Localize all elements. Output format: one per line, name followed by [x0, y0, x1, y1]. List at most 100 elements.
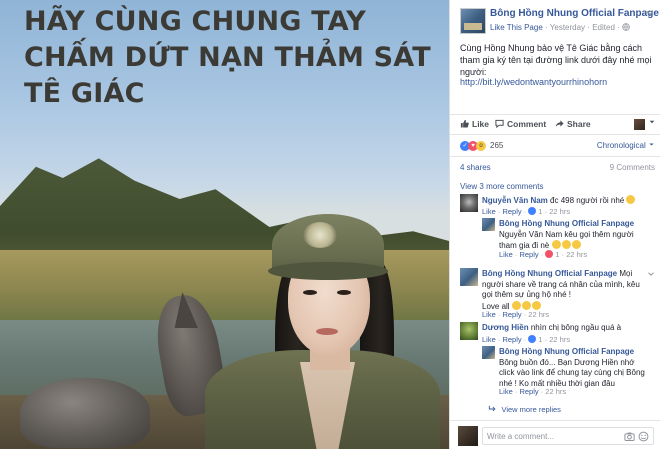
cap-brim [268, 262, 388, 280]
actor-avatar[interactable] [634, 119, 645, 130]
eye-left [303, 290, 317, 295]
post-time[interactable]: Yesterday [550, 23, 585, 32]
page-avatar[interactable] [460, 268, 478, 286]
reply-text: Bông Hồng Nhung Official Fanpage Bông bu… [499, 347, 649, 389]
reply-item: Bông Hồng Nhung Official Fanpage Bông bu… [482, 346, 654, 398]
reaction-count[interactable]: 265 [490, 141, 503, 150]
lips [316, 328, 338, 335]
comment-reply-link[interactable]: Reply [502, 335, 521, 344]
reply-like-link[interactable]: Like [499, 387, 513, 396]
meta-separator: · [587, 23, 590, 32]
page-name-link[interactable]: Bông Hồng Nhung Official Fanpage [490, 8, 659, 19]
heart-reaction-icon [545, 250, 554, 258]
comment-meta: Like · Reply · 22 hrs [482, 310, 550, 319]
comment-time[interactable]: 22 hrs [549, 207, 570, 216]
commenter-avatar[interactable] [460, 194, 478, 212]
share-arrow-icon [555, 120, 564, 128]
headline-line-2: CHẤM DỨT NẠN THẢM SÁT [24, 42, 431, 73]
comment-item: Bông Hồng Nhung Official Fanpage Mọi ngư… [460, 268, 655, 320]
post-photo[interactable]: HÃY CÙNG CHUNG TAY CHẤM DỨT NẠN THẢM SÁT… [0, 0, 449, 449]
like-reaction-icon [528, 335, 537, 343]
share-button[interactable]: Share [555, 119, 591, 129]
petition-link[interactable]: http://bit.ly/wedontwantyourrhinohorn [460, 77, 607, 87]
wow-reaction-icon[interactable]: o [476, 141, 486, 151]
comment-like-link[interactable]: Like [482, 335, 496, 344]
reply-like-link[interactable]: Like [499, 250, 513, 259]
reply-reply-link[interactable]: Reply [519, 387, 538, 396]
comment-time[interactable]: 22 hrs [528, 310, 549, 319]
commenter-name[interactable]: Dương Hiền [482, 323, 529, 332]
reactions-bar: ✓ ♥ o 265 Chronological [450, 134, 660, 156]
comment-time[interactable]: 22 hrs [549, 335, 570, 344]
post-header: Bông Hồng Nhung Official Fanpage Like Th… [460, 8, 659, 36]
smile-emoji-icon [571, 240, 581, 249]
post-sidebar: Bông Hồng Nhung Official Fanpage Like Th… [449, 0, 660, 449]
comment-placeholder: Write a comment... [487, 432, 554, 441]
comment-meta: Like · Reply · 1 · 22 hrs [482, 207, 571, 216]
stats-bar: 4 shares 9 Comments [450, 156, 660, 176]
like-reaction-icon [528, 207, 537, 215]
comment-button[interactable]: Comment [495, 119, 546, 129]
rhino-body [20, 378, 150, 448]
edited-label[interactable]: Edited [592, 23, 615, 32]
post-text: Cùng Hồng Nhung bảo vệ Tê Giác bằng cách… [460, 43, 652, 77]
like-this-page-link[interactable]: Like This Page [490, 23, 543, 32]
reply-item: Bông Hồng Nhung Official Fanpage Nguyễn V… [482, 218, 654, 262]
smile-emoji-icon [521, 300, 531, 310]
page-avatar[interactable] [460, 8, 486, 34]
comment-reaction-count[interactable]: 1 [538, 335, 542, 344]
page-avatar[interactable] [482, 346, 495, 359]
commenter-name[interactable]: Bông Hồng Nhung Official Fanpage [499, 219, 634, 228]
chevron-down-icon[interactable] [645, 8, 655, 18]
speech-bubble-icon [495, 119, 504, 128]
reply-time[interactable]: 22 hrs [566, 250, 587, 259]
comment-order-select[interactable]: Chronological [597, 141, 655, 150]
smile-emoji-icon [626, 195, 636, 204]
reply-body: Bông buồn đó... Bạn Dương Hiền nhớ click… [499, 357, 645, 388]
post-meta: Like This Page · Yesterday · Edited · [490, 23, 630, 32]
more-replies-label: View more replies [501, 405, 561, 414]
globe-icon [622, 23, 630, 31]
smile-emoji-icon [561, 240, 571, 249]
commenter-name[interactable]: Bông Hồng Nhung Official Fanpage [499, 347, 634, 356]
reply-arrow-icon [488, 405, 496, 412]
headline-line-1: HÃY CÙNG CHUNG TAY [24, 6, 367, 37]
view-more-replies-link[interactable]: View more replies [488, 399, 648, 414]
emoji-icon[interactable] [638, 431, 649, 442]
reply-reaction-count[interactable]: 1 [555, 250, 559, 259]
cap-badge [303, 222, 337, 248]
camera-icon[interactable] [624, 431, 635, 442]
comment-reaction-count[interactable]: 1 [538, 207, 542, 216]
comment-input[interactable]: Write a comment... [482, 427, 654, 445]
reply-meta: Like · Reply · 1 · 22 hrs [499, 250, 588, 259]
reply-time[interactable]: 22 hrs [545, 387, 566, 396]
comment-like-link[interactable]: Like [482, 207, 496, 216]
viewer-avatar[interactable] [458, 426, 478, 446]
caret-down-icon[interactable] [648, 118, 656, 126]
photo-headline: HÃY CÙNG CHUNG TAY CHẤM DỨT NẠN THẢM SÁT… [24, 4, 444, 112]
order-label: Chronological [596, 141, 646, 150]
eye-right [337, 290, 351, 295]
comment-reply-link[interactable]: Reply [502, 310, 521, 319]
comment-text: Nguyễn Văn Nam đc 498 người rồi nhé [482, 195, 652, 207]
commenter-name[interactable]: Bông Hồng Nhung Official Fanpage [482, 269, 617, 278]
comment-like-link[interactable]: Like [482, 310, 496, 319]
page-avatar[interactable] [482, 218, 495, 231]
reply-reply-link[interactable]: Reply [519, 250, 538, 259]
meta-separator: · [617, 23, 620, 32]
smile-emoji-icon [531, 300, 541, 310]
comment-item: Nguyễn Văn Nam đc 498 người rồi nhé Like… [460, 194, 655, 218]
view-more-comments-link[interactable]: View 3 more comments [460, 182, 543, 191]
caret-down-icon [649, 143, 654, 146]
shares-link[interactable]: 4 shares [460, 163, 491, 172]
like-button[interactable]: Like [460, 119, 489, 129]
meta-separator: · [545, 23, 548, 32]
comment-meta: Like · Reply · 1 · 22 hrs [482, 335, 571, 344]
commenter-name[interactable]: Nguyễn Văn Nam [482, 196, 548, 205]
chevron-down-icon[interactable] [647, 270, 655, 278]
comment-body: đc 498 người rồi nhé [550, 196, 625, 205]
comment-label: Comment [507, 119, 547, 129]
comment-reply-link[interactable]: Reply [502, 207, 521, 216]
commenter-avatar[interactable] [460, 322, 478, 340]
smile-emoji-icon [551, 240, 561, 249]
